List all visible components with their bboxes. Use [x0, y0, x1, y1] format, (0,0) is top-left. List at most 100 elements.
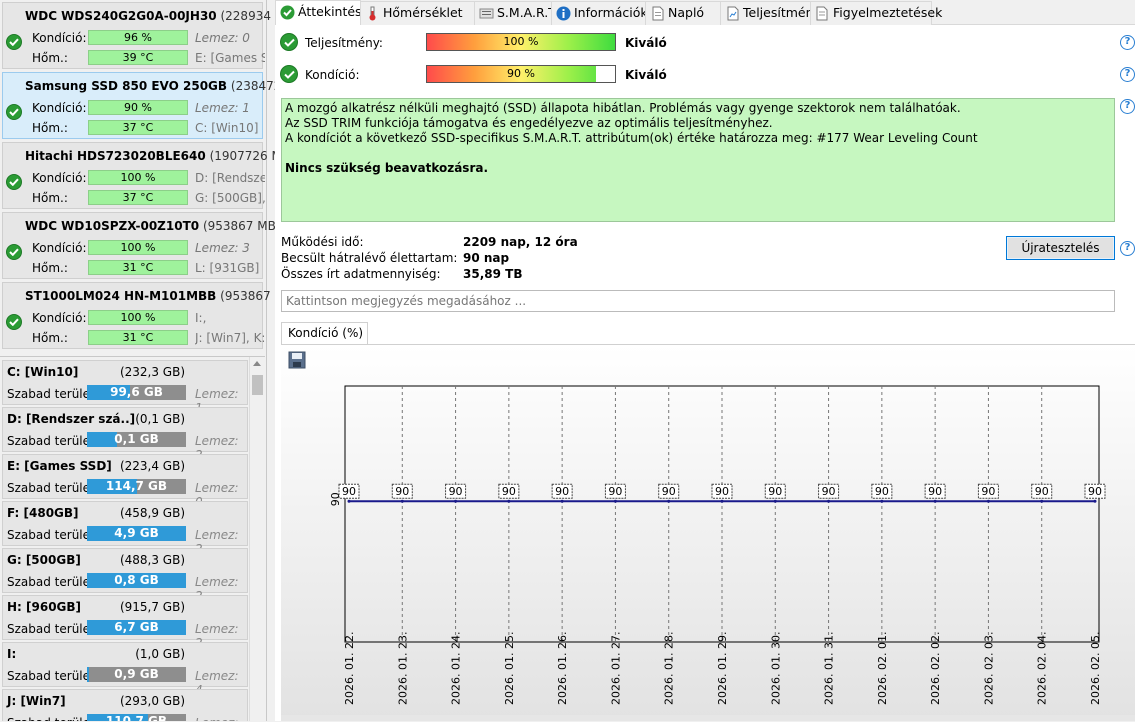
x-tick-label: 2026. 01. 27.	[609, 632, 622, 705]
disk-index: Lemez: 0	[195, 31, 250, 45]
description-recommendation: Nincs szükség beavatkozásra.	[285, 161, 489, 175]
uptime-label: Működési idő:	[281, 235, 364, 249]
data-label-text: 90	[715, 485, 729, 498]
tab-performance[interactable]: Teljesítmény	[720, 1, 821, 25]
volume-item[interactable]: J: [Win7] (293,0 GB) Szabad terület 110,7 G…	[2, 689, 248, 721]
data-label-text: 90	[981, 485, 995, 498]
volume-list: C: [Win10] (232,3 GB) Szabad terület 99,6 G…	[0, 356, 265, 721]
data-point	[454, 499, 458, 503]
data-label: 90	[445, 483, 467, 499]
disk-ok-icon	[6, 314, 22, 330]
tab-condition-chart[interactable]: Kondíció (%)	[281, 322, 368, 344]
help-icon[interactable]: ?	[1120, 99, 1135, 114]
tab-label: Információk	[574, 5, 648, 20]
disk-item[interactable]: WDC WD10SPZX-00Z10T0 (953867 MB) Kondíció…	[2, 212, 281, 279]
performance-percent: 100 %	[503, 35, 539, 48]
data-label-text: 90	[768, 485, 782, 498]
disk-volumes: J: [Win7], K: [	[195, 331, 265, 345]
volume-name: E: [Games SSD]	[7, 459, 112, 473]
tab-label: Hőmérséklet	[383, 5, 463, 20]
condition-bar: 90 %	[88, 100, 188, 115]
x-tick-label: 2026. 01. 30.	[769, 632, 782, 705]
free-space-bar: 0,1 GB	[87, 432, 186, 447]
free-space-value: 99,6 GB	[110, 385, 163, 399]
tab-temperature[interactable]: Hőmérséklet	[360, 1, 475, 25]
data-label: 90	[711, 483, 733, 499]
tab-overview[interactable]: Áttekintés	[275, 0, 362, 25]
free-space-bar: 0,9 GB	[87, 667, 186, 682]
volume-item[interactable]: C: [Win10] (232,3 GB) Szabad terület 99,6 G…	[2, 360, 248, 415]
volume-scrollbar[interactable]	[249, 357, 264, 721]
data-point	[773, 499, 777, 503]
volume-item[interactable]: G: [500GB] (488,3 GB) Szabad terület 0,8 GB…	[2, 548, 248, 603]
condition-label: Kondíció:	[32, 101, 87, 115]
note-input[interactable]: Kattintson megjegyzés megadásához ...	[281, 290, 1115, 312]
scroll-up-arrow-icon[interactable]	[253, 361, 261, 366]
volume-name: C: [Win10]	[7, 365, 79, 379]
scrollbar-thumb[interactable]	[252, 375, 263, 395]
chart-svg: 2026. 01. 22. 2026. 01. 23. 2026. 01. 24. 2…	[329, 385, 1106, 705]
check-icon	[280, 5, 295, 20]
tab-bar: Áttekintés Hőmérséklet S.M.A.R.T. Informáci…	[275, 0, 1135, 25]
volume-size: (1,0 GB)	[135, 647, 185, 661]
free-space-value: 0,1 GB	[114, 432, 159, 446]
condition-percent: 90 %	[507, 67, 535, 80]
performance-label: Teljesítmény:	[305, 36, 383, 50]
overview-panel: Teljesítmény: 100 % Kiváló ? Kondíció: 9…	[275, 25, 1135, 721]
free-space-label: Szabad terület	[7, 716, 95, 721]
disk-name: ST1000LM024 HN-M101MBB	[25, 289, 217, 303]
volume-item[interactable]: D: [Rendszer szá..] (0,1 GB) Szabad terüle…	[2, 407, 248, 462]
free-space-label: Szabad terület	[7, 434, 95, 448]
volume-size: (0,1 GB)	[135, 412, 185, 426]
free-space-value: 4,9 GB	[114, 526, 159, 540]
save-icon[interactable]	[288, 351, 306, 369]
chart-scrollbar[interactable]	[281, 715, 1135, 721]
disk-item[interactable]: Hitachi HDS723020BLE640 (1907726 MB) Kond…	[2, 142, 295, 209]
help-icon[interactable]: ?	[1120, 35, 1135, 50]
data-label-text: 90	[449, 485, 463, 498]
volume-name: G: [500GB]	[7, 553, 81, 567]
condition-label: Kondíció:	[32, 31, 87, 45]
data-label: 90	[604, 483, 626, 499]
volume-item[interactable]: F: [480GB] (458,9 GB) Szabad terület 4,9 GB…	[2, 501, 248, 556]
help-icon[interactable]: ?	[1120, 241, 1135, 256]
disk-item[interactable]: WDC WDS240G2G0A-00JH30 (228934 MB) Kondíc…	[2, 2, 298, 69]
disk-index: D: [Rendszer s	[195, 171, 265, 185]
data-point	[986, 499, 990, 503]
volume-item[interactable]: E: [Games SSD] (223,4 GB) Szabad terület 11…	[2, 454, 248, 509]
disk-title: ST1000LM024 HN-M101MBB (953867 MB)	[25, 289, 298, 303]
x-tick-label: 2026. 01. 23.	[396, 632, 409, 705]
disk-volumes: C: [Win10]	[195, 121, 259, 135]
remaining-life-value: 90 nap	[463, 251, 510, 265]
tab-smart[interactable]: S.M.A.R.T.	[474, 1, 558, 25]
disk-item[interactable]: Samsung SSD 850 EVO 250GB (238472 MB) Kon…	[2, 72, 308, 139]
temperature-bar: 37 °C	[88, 190, 188, 205]
tab-alerts[interactable]: Figyelmeztetések	[810, 1, 942, 25]
disk-title: WDC WDS240G2G0A-00JH30 (228934 MB)	[25, 9, 298, 23]
disk-item[interactable]: ST1000LM024 HN-M101MBB (953867 MB) Kondíc…	[2, 282, 298, 349]
performance-rating: Kiváló	[625, 36, 667, 50]
x-tick-label: 2026. 01. 24.	[450, 632, 463, 705]
volume-name: D: [Rendszer szá..]	[7, 412, 136, 426]
data-label-text: 90	[608, 485, 622, 498]
data-label-text: 90	[1088, 485, 1102, 498]
disk-volumes: E: [Games SSD]	[195, 51, 265, 65]
data-label: 90	[498, 483, 520, 499]
data-label-text: 90	[555, 485, 569, 498]
tab-information[interactable]: Információk	[551, 1, 648, 25]
volume-item[interactable]: I:(1,0 GB)Szabad terület0,9 GBLemez: 4	[2, 642, 248, 697]
retest-button[interactable]: Újratesztelés	[1006, 236, 1115, 260]
condition-bar: 96 %	[88, 30, 188, 45]
data-label: 90	[1084, 483, 1106, 499]
x-tick-label: 2026. 02. 02.	[929, 632, 942, 705]
data-label-text: 90	[342, 485, 356, 498]
tab-log[interactable]: Napló	[645, 1, 721, 25]
free-space-value: 6,7 GB	[114, 620, 159, 634]
volume-size: (293,0 GB)	[119, 694, 185, 708]
free-space-value: 0,9 GB	[114, 667, 159, 681]
disk-title: Hitachi HDS723020BLE640 (1907726 MB)	[25, 149, 295, 163]
free-space-bar: 0,8 GB	[87, 573, 186, 588]
description-line: A kondíciót a következő SSD-specifikus S…	[285, 131, 978, 145]
volume-item[interactable]: H: [960GB] (915,7 GB) Szabad terület 6,7 GB…	[2, 595, 248, 650]
help-icon[interactable]: ?	[1120, 67, 1135, 82]
